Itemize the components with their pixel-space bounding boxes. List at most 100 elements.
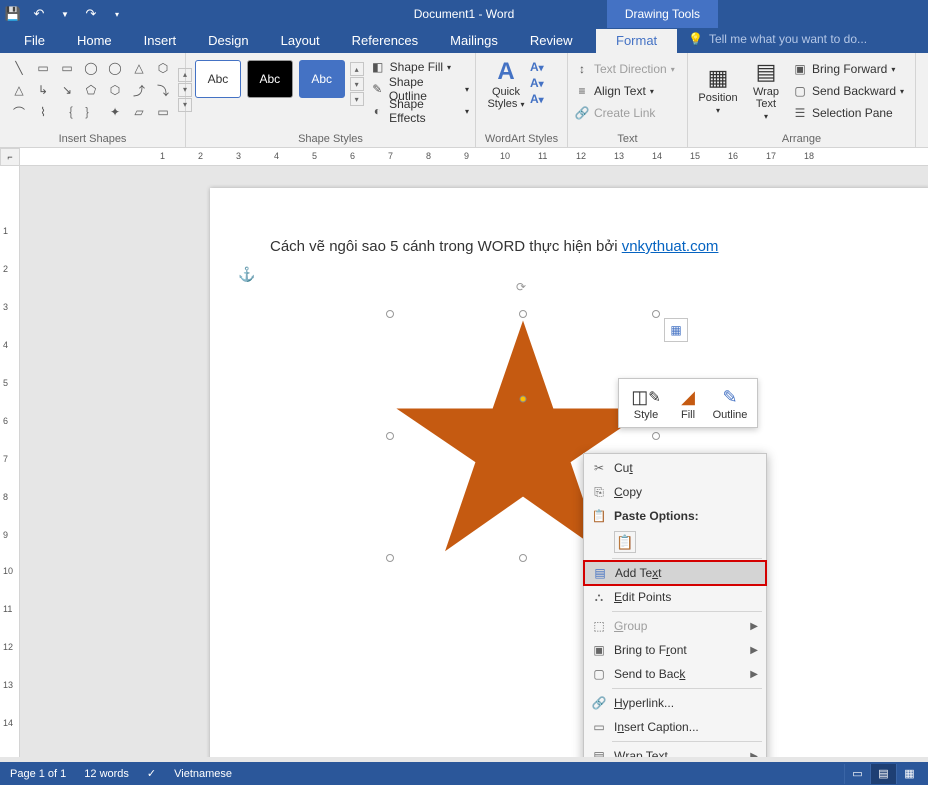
position-icon: ▦ xyxy=(708,64,729,92)
bucket-icon: ◧ xyxy=(370,60,386,74)
ribbon: ╲▭▭◯◯△⬡ △↳↘⬠⬡⤴⤵ ⌒⌇｛｝✦▱▭ ▴▾▾ Insert Shape… xyxy=(0,53,928,148)
document-area[interactable]: Cách vẽ ngôi sao 5 cánh trong WORD thực … xyxy=(20,166,928,757)
tab-mailings[interactable]: Mailings xyxy=(434,29,514,53)
wrap-text-button[interactable]: ▤ Wrap Text▾ xyxy=(742,56,790,124)
save-icon[interactable]: 💾 xyxy=(0,0,26,28)
align-text-button[interactable]: ≡Align Text ▾ xyxy=(574,80,681,102)
undo-icon[interactable]: ↶ xyxy=(26,0,52,28)
shape-effects-button[interactable]: ◐Shape Effects ▾ xyxy=(370,100,469,122)
cm-group: ⬚Group▶ xyxy=(584,614,766,638)
mini-fill-button[interactable]: ◢ Fill xyxy=(667,385,709,421)
selection-pane-button[interactable]: ☰Selection Pane xyxy=(792,102,904,124)
group-label-shape-styles: Shape Styles xyxy=(186,133,475,145)
style-gallery-scroll[interactable]: ▴▾▾ xyxy=(350,62,364,107)
cm-paste-options: 📋Paste Options: xyxy=(584,504,766,528)
context-menu: ✂Cut ⎘Copy 📋Paste Options: 📋 ▤Add Text ⛬… xyxy=(583,453,767,757)
cm-copy[interactable]: ⎘Copy xyxy=(584,480,766,504)
document-link[interactable]: vnkythuat.com xyxy=(622,238,719,255)
spell-check-icon[interactable]: ✓ xyxy=(147,767,156,780)
adjustment-handle xyxy=(520,396,526,402)
tab-references[interactable]: References xyxy=(336,29,434,53)
resize-handle-bl[interactable] xyxy=(386,554,394,562)
qat-dropdown[interactable]: ▾ xyxy=(104,0,130,28)
rotation-handle[interactable]: ⟳ xyxy=(516,280,530,294)
web-layout-button[interactable]: ▦ xyxy=(896,764,922,784)
group-shape-styles: Abc Abc Abc ▴▾▾ ◧Shape Fill ▾ ✎Shape Out… xyxy=(186,53,476,147)
document-text[interactable]: Cách vẽ ngôi sao 5 cánh trong WORD thực … xyxy=(270,238,718,256)
tab-file[interactable]: File xyxy=(8,29,61,53)
anchor-icon: ⚓ xyxy=(238,266,255,283)
outline-icon: ✎ xyxy=(722,385,737,409)
cut-icon: ✂ xyxy=(590,461,608,475)
tab-insert[interactable]: Insert xyxy=(128,29,193,53)
caption-icon: ▭ xyxy=(590,720,608,734)
horizontal-ruler[interactable]: 1 2 3 4 5 6 7 8 9 10 11 12 13 14 15 16 1… xyxy=(20,148,928,166)
title-bar: 💾 ↶ ▼ ↷ ▾ Document1 - Word Drawing Tools xyxy=(0,0,928,28)
vertical-ruler[interactable]: 1 2 3 4 5 6 7 8 9 10 11 12 13 14 xyxy=(0,166,20,757)
quick-styles-button[interactable]: A Quick Styles ▾ xyxy=(482,56,530,112)
cm-wrap-text[interactable]: ▤Wrap Text▶ xyxy=(584,744,766,757)
group-wordart-styles: A Quick Styles ▾ A▾ A▾ A▾ WordArt Styles xyxy=(476,53,568,147)
language[interactable]: Vietnamese xyxy=(174,768,232,780)
resize-handle-tr[interactable] xyxy=(652,310,660,318)
mini-toolbar: ◫✎ Style ◢ Fill ✎ Outline xyxy=(618,378,758,428)
tab-home[interactable]: Home xyxy=(61,29,128,53)
tab-layout[interactable]: Layout xyxy=(265,29,336,53)
position-button[interactable]: ▦ Position▾ xyxy=(694,56,742,124)
mini-style-button[interactable]: ◫✎ Style xyxy=(625,385,667,421)
shape-gallery[interactable]: ╲▭▭◯◯△⬡ △↳↘⬠⬡⤴⤵ ⌒⌇｛｝✦▱▭ xyxy=(6,56,176,124)
align-text-icon: ≡ xyxy=(574,84,590,98)
group-label-text: Text xyxy=(568,133,687,145)
shape-style-1[interactable]: Abc xyxy=(195,60,241,98)
shape-style-2[interactable]: Abc xyxy=(247,60,293,98)
drawing-tools-tab: Drawing Tools xyxy=(607,0,718,28)
cm-edit-points[interactable]: ⛬Edit Points xyxy=(584,585,766,609)
ruler-corner: ⌐ xyxy=(0,148,20,166)
create-link-button[interactable]: 🔗Create Link xyxy=(574,102,681,124)
cm-insert-caption[interactable]: ▭Insert Caption... xyxy=(584,715,766,739)
group-insert-shapes: ╲▭▭◯◯△⬡ △↳↘⬠⬡⤴⤵ ⌒⌇｛｝✦▱▭ ▴▾▾ Insert Shape… xyxy=(0,53,186,147)
cm-bring-to-front[interactable]: ▣Bring to Front▶ xyxy=(584,638,766,662)
send-back-icon: ▢ xyxy=(590,667,608,681)
page[interactable]: Cách vẽ ngôi sao 5 cánh trong WORD thực … xyxy=(210,188,928,757)
send-backward-button[interactable]: ▢Send Backward ▾ xyxy=(792,80,904,102)
fill-icon: ◢ xyxy=(681,385,695,409)
redo-icon[interactable]: ↷ xyxy=(78,0,104,28)
undo-dropdown[interactable]: ▼ xyxy=(52,0,78,28)
tell-me-input[interactable]: 💡Tell me what you want to do... xyxy=(688,32,867,46)
cm-hyperlink[interactable]: 🔗Hyperlink... xyxy=(584,691,766,715)
word-count[interactable]: 12 words xyxy=(84,768,129,780)
paste-picture-button[interactable]: 📋 xyxy=(614,531,636,553)
text-direction-button[interactable]: ↕Text Direction ▾ xyxy=(574,58,681,80)
resize-handle-ml[interactable] xyxy=(386,432,394,440)
text-fill-icon[interactable]: A▾ xyxy=(530,60,544,74)
text-effects-icon[interactable]: A▾ xyxy=(530,92,544,106)
pen-icon: ✎ xyxy=(370,82,385,96)
resize-handle-tl[interactable] xyxy=(386,310,394,318)
layout-options-icon: ▦ xyxy=(670,323,681,337)
cm-add-text[interactable]: ▤Add Text xyxy=(583,560,767,586)
page-number[interactable]: Page 1 of 1 xyxy=(10,768,66,780)
read-mode-button[interactable]: ▭ xyxy=(844,764,870,784)
layout-options-button[interactable]: ▦ xyxy=(664,318,688,342)
cm-cut[interactable]: ✂Cut xyxy=(584,456,766,480)
tab-design[interactable]: Design xyxy=(192,29,264,53)
resize-handle-mr[interactable] xyxy=(652,432,660,440)
lightbulb-icon: 💡 xyxy=(688,32,703,46)
bring-forward-icon: ▣ xyxy=(792,62,808,76)
tab-format[interactable]: Format xyxy=(596,29,677,53)
paste-icon: 📋 xyxy=(590,509,608,523)
tab-review[interactable]: Review xyxy=(514,29,589,53)
cm-send-to-back[interactable]: ▢Send to Back▶ xyxy=(584,662,766,686)
resize-handle-tc[interactable] xyxy=(519,310,527,318)
resize-handle-bc[interactable] xyxy=(519,554,527,562)
mini-outline-button[interactable]: ✎ Outline xyxy=(709,385,751,421)
edit-points-icon: ⛬ xyxy=(590,590,608,605)
group-label-wordart: WordArt Styles xyxy=(476,133,567,145)
text-outline-icon[interactable]: A▾ xyxy=(530,76,544,90)
group-label-arrange: Arrange xyxy=(688,133,915,145)
ribbon-tabs: File Home Insert Design Layout Reference… xyxy=(0,28,928,53)
print-layout-button[interactable]: ▤ xyxy=(870,764,896,784)
shape-style-3[interactable]: Abc xyxy=(299,60,345,98)
bring-forward-button[interactable]: ▣Bring Forward ▾ xyxy=(792,58,904,80)
